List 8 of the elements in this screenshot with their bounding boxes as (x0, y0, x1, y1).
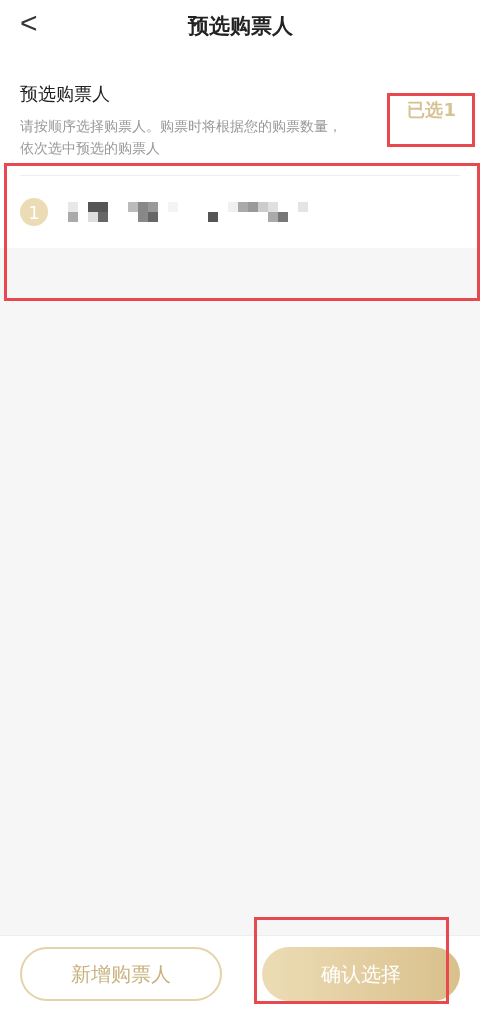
confirm-button[interactable]: 确认选择 (262, 946, 460, 1001)
number-badge: 1 (20, 198, 48, 226)
section-title: 预选购票人 (20, 82, 111, 106)
selected-count: 已选1 (407, 98, 456, 122)
add-button[interactable]: 新增购票人 (20, 946, 222, 1001)
section-description: 请按顺序选择购票人。购票时将根据您的购票数量，依次选中预选的购票人 (20, 117, 343, 158)
back-button[interactable]: < (20, 8, 38, 38)
page-title: 预选购票人 (187, 13, 293, 41)
